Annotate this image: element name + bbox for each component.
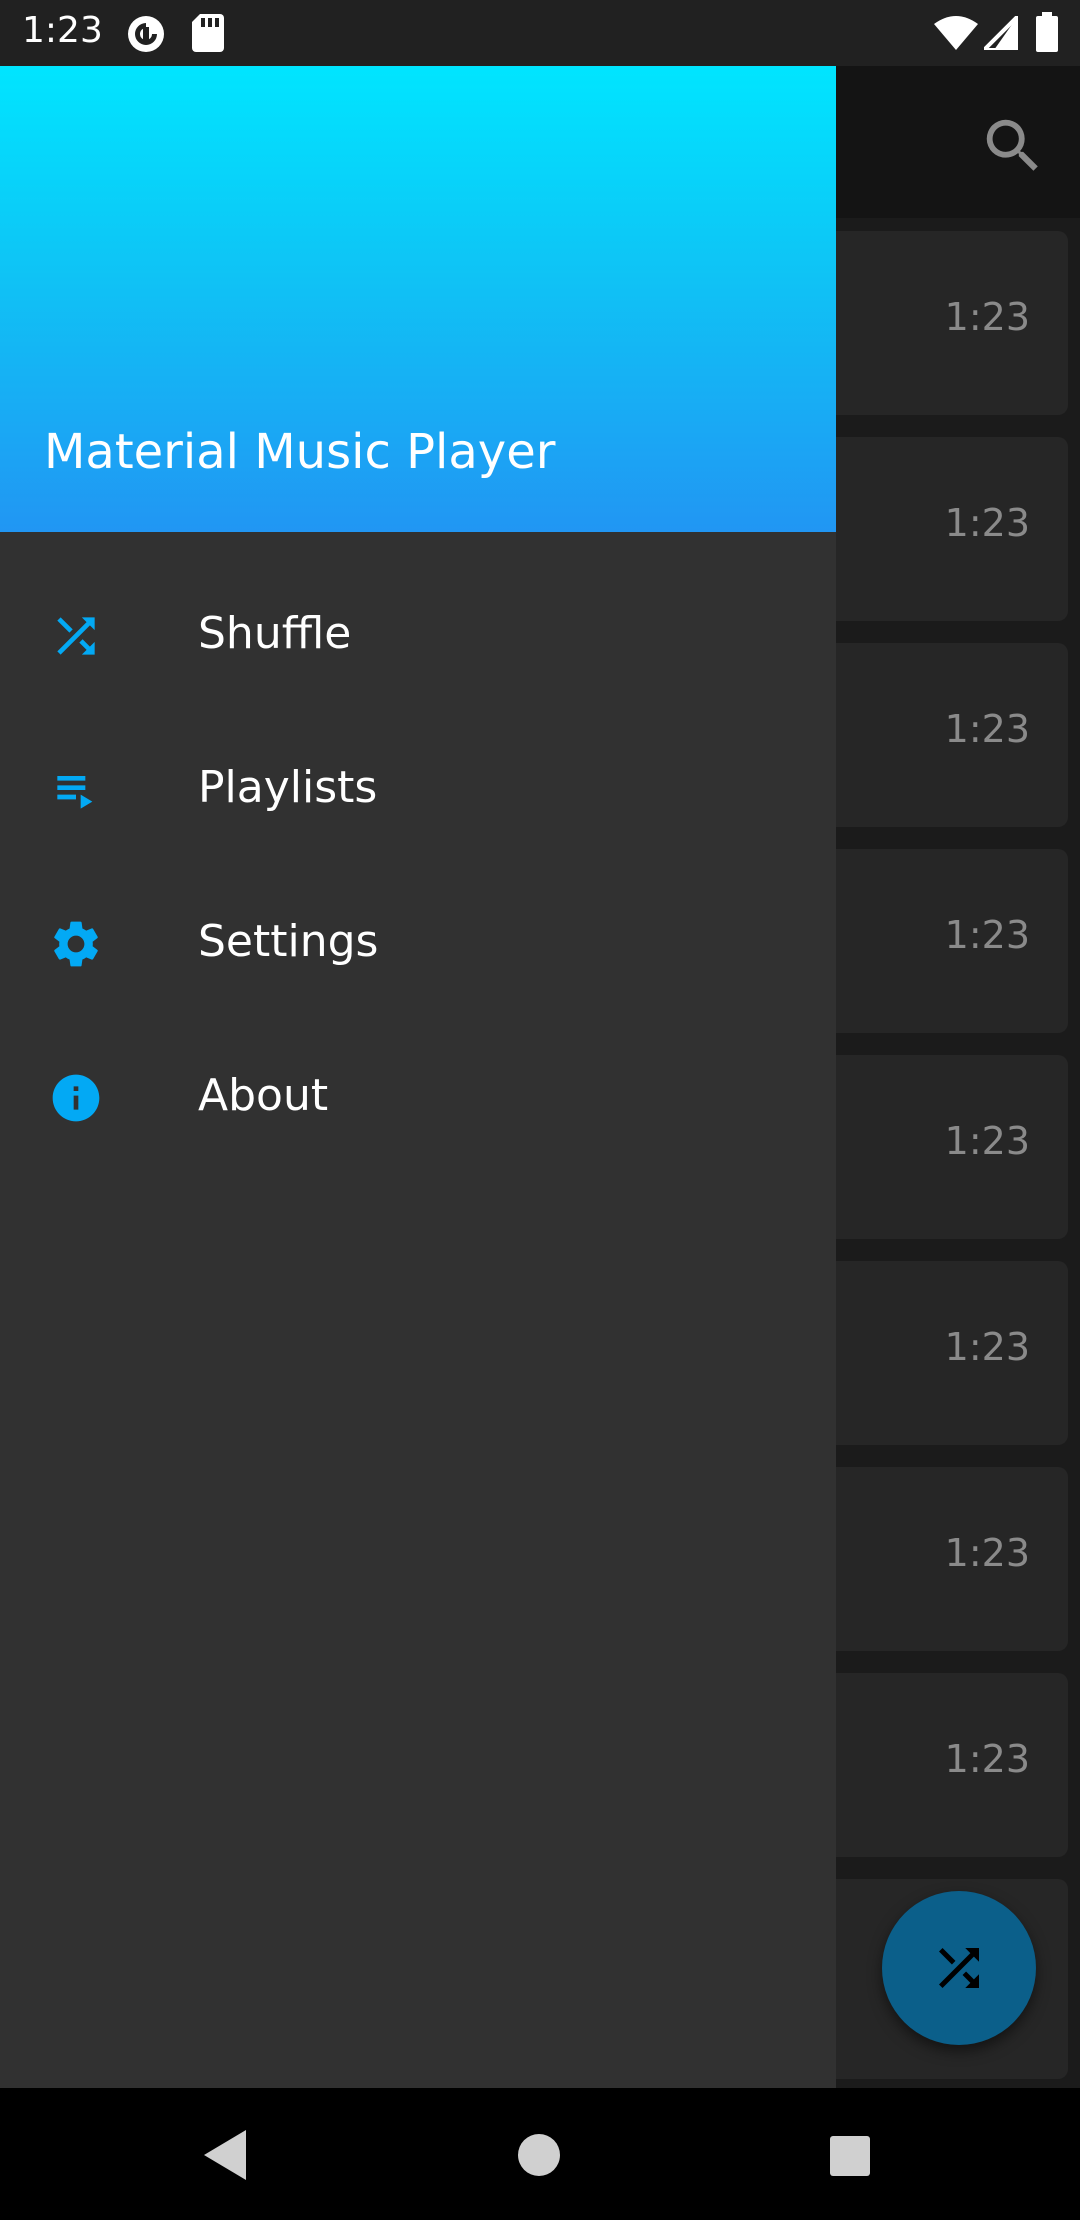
home-button[interactable] (516, 2132, 562, 2182)
drawer-item-label: Settings (198, 916, 379, 967)
drawer-item-label: Playlists (198, 762, 378, 813)
home-icon (518, 2134, 560, 2176)
search-icon (986, 119, 1038, 171)
status-bar: 1:23 (0, 0, 1080, 66)
drawer-header: Material Music Player (0, 66, 836, 532)
navigation-drawer: Material Music Player Shuffle Playlists … (0, 66, 836, 2088)
pocket-casts-icon (126, 14, 166, 58)
song-duration: 1:23 (944, 1119, 1030, 1163)
search-button[interactable] (978, 111, 1048, 181)
recents-button[interactable] (828, 2134, 872, 2182)
drawer-item-playlists[interactable]: Playlists (0, 712, 836, 866)
system-nav-bar (0, 2088, 1080, 2220)
drawer-item-label: Shuffle (198, 608, 352, 659)
song-duration: 1:23 (944, 501, 1030, 545)
drawer-item-settings[interactable]: Settings (0, 866, 836, 1020)
drawer-item-label: About (198, 1070, 329, 1121)
wifi-icon (934, 16, 978, 54)
shuffle-icon (57, 617, 95, 655)
info-icon (52, 1074, 100, 1122)
song-duration: 1:23 (944, 707, 1030, 751)
battery-icon (1036, 12, 1058, 56)
drawer-item-shuffle[interactable]: Shuffle (0, 558, 836, 712)
recents-icon (830, 2136, 870, 2176)
shuffle-icon (939, 1948, 979, 1988)
song-duration: 1:23 (944, 295, 1030, 339)
song-duration: 1:23 (944, 1325, 1030, 1369)
status-time: 1:23 (22, 10, 103, 51)
playlist-play-icon (57, 776, 93, 809)
cell-signal-icon (979, 11, 1020, 54)
song-duration: 1:23 (944, 1737, 1030, 1781)
song-duration: 1:23 (944, 1531, 1030, 1575)
song-duration: 1:23 (944, 913, 1030, 957)
sd-card-icon (192, 14, 224, 56)
gear-icon (54, 921, 98, 967)
back-icon (204, 2130, 246, 2180)
drawer-item-about[interactable]: About (0, 1020, 836, 1174)
drawer-title: Material Music Player (44, 424, 556, 480)
back-button[interactable] (200, 2128, 250, 2186)
shuffle-fab[interactable] (882, 1891, 1036, 2045)
